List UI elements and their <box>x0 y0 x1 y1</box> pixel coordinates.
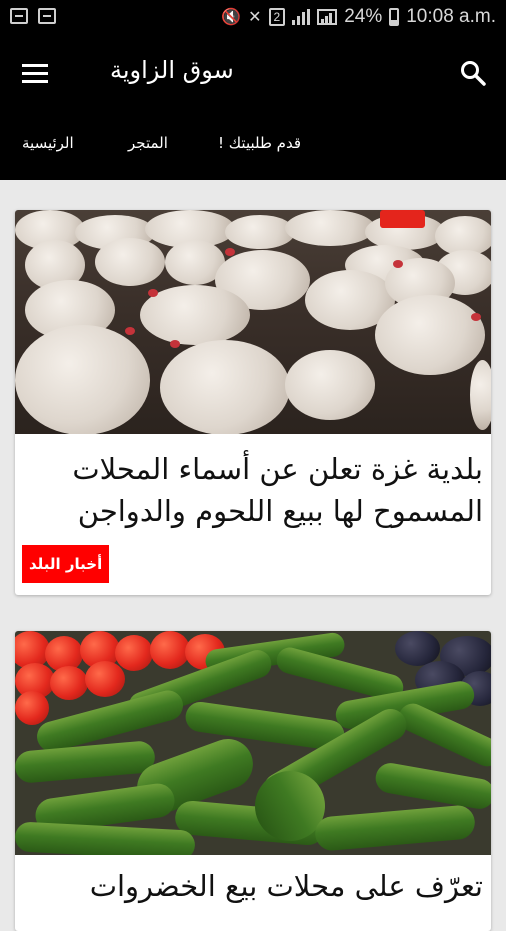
mute-icon: 🔇 <box>221 9 242 26</box>
article-card[interactable]: تعرّف على محلات بيع الخضروات <box>15 631 491 931</box>
nav-item-store[interactable]: المتجر <box>128 134 168 152</box>
signal-2-icon <box>317 9 338 25</box>
article-title[interactable]: تعرّف على محلات بيع الخضروات <box>15 855 491 907</box>
article-card[interactable]: بلدية غزة تعلن عن أسماء المحلات المسموح … <box>15 210 491 595</box>
article-image-chickens[interactable] <box>15 210 491 434</box>
app-title: سوق الزاوية <box>110 56 234 84</box>
sim-2-icon: 2 <box>268 8 286 26</box>
status-bar: 🔇 ✕ 2 24% 10:08 a.m. <box>0 0 506 34</box>
article-title[interactable]: بلدية غزة تعلن عن أسماء المحلات المسموح … <box>15 434 491 532</box>
clock: 10:08 a.m. <box>406 6 496 27</box>
gallery-notification-icon <box>10 8 28 24</box>
battery-percent: 24% <box>344 6 383 27</box>
nav-tabs: الرئيسية المتجر قدم طلبيتك ! <box>0 134 506 160</box>
app-bar: سوق الزاوية الرئيسية المتجر قدم طلبيتك ! <box>0 34 506 180</box>
search-icon[interactable] <box>460 60 486 86</box>
signal-icon <box>292 9 311 25</box>
download-notification-icon <box>38 8 56 24</box>
battery-icon <box>389 8 400 26</box>
nav-item-order[interactable]: قدم طلبيتك ! <box>218 134 301 152</box>
nav-item-home[interactable]: الرئيسية <box>22 134 74 152</box>
wifi-off-icon: ✕ <box>248 9 262 26</box>
menu-icon[interactable] <box>22 64 48 84</box>
article-image-vegetables[interactable] <box>15 631 491 855</box>
category-badge[interactable]: أخبار البلد <box>22 545 110 583</box>
